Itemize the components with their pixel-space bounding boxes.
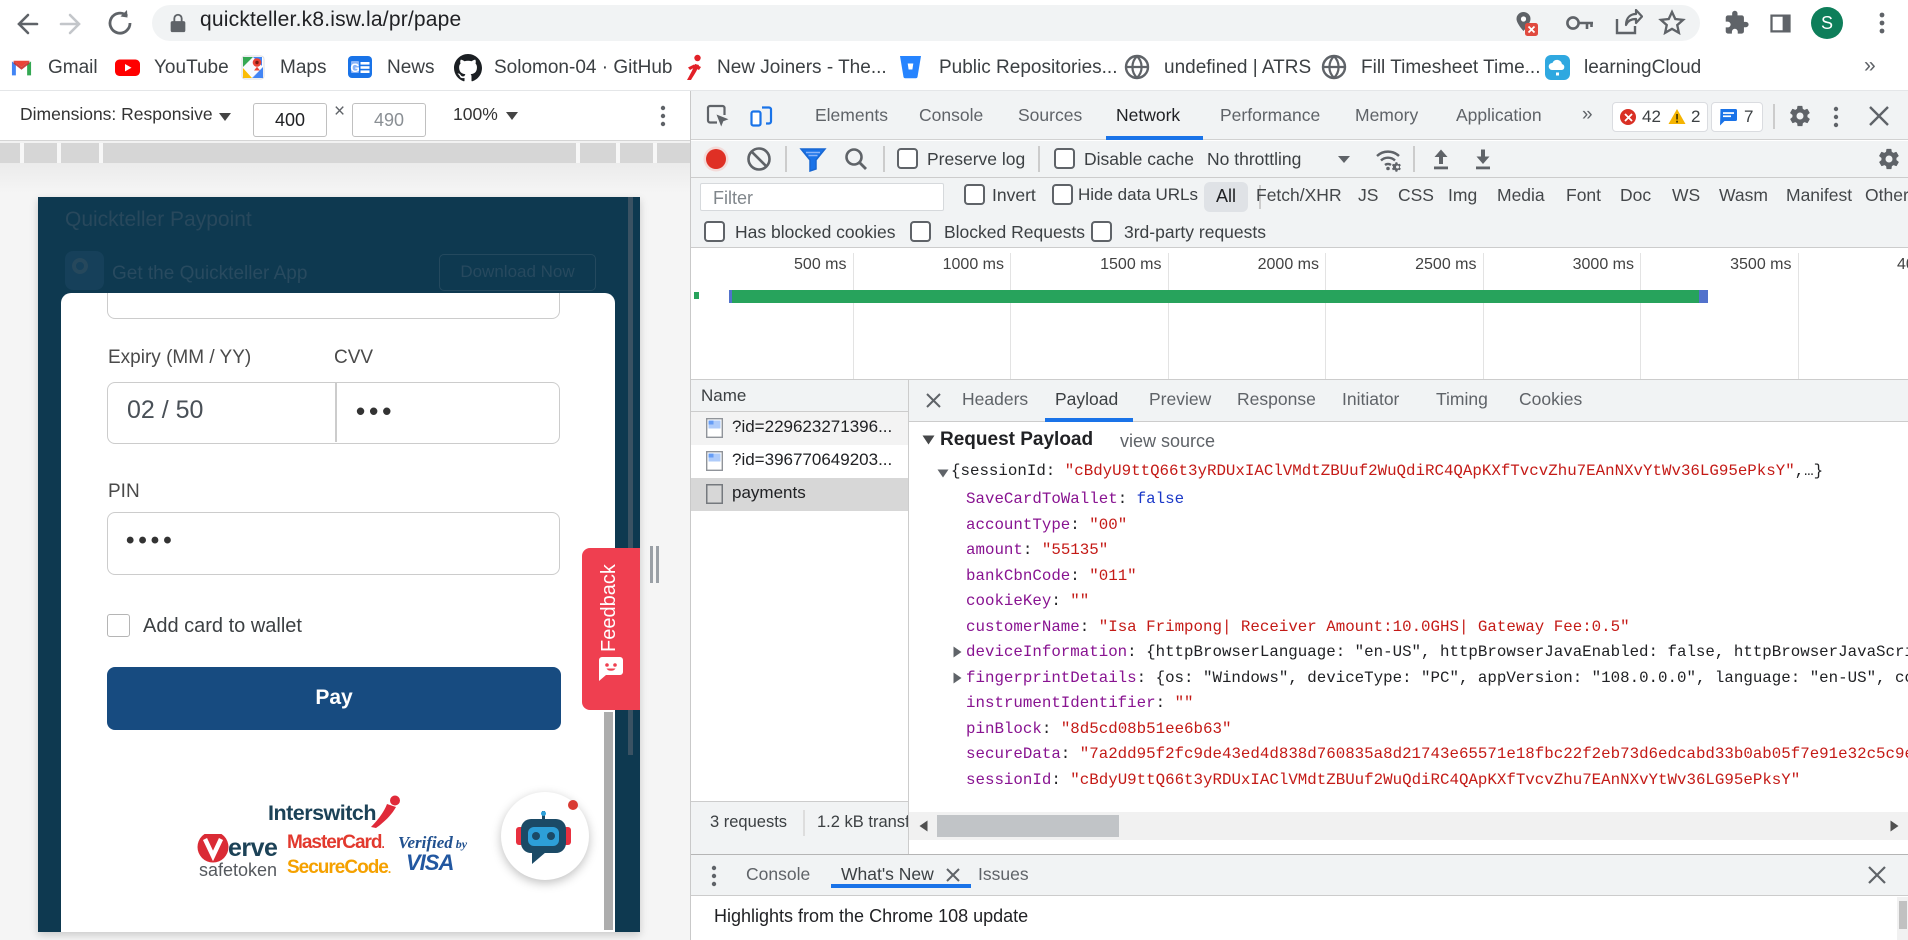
svg-text:G: G <box>350 61 359 75</box>
svg-text:SecureCode.: SecureCode. <box>287 857 391 878</box>
svg-text:Interswitch: Interswitch <box>268 801 376 825</box>
svg-text:VISA: VISA <box>406 850 453 875</box>
svg-text:MasterCard.: MasterCard. <box>287 832 385 853</box>
svg-text:safetoken: safetoken <box>199 860 277 879</box>
svg-text:erve: erve <box>228 834 278 862</box>
